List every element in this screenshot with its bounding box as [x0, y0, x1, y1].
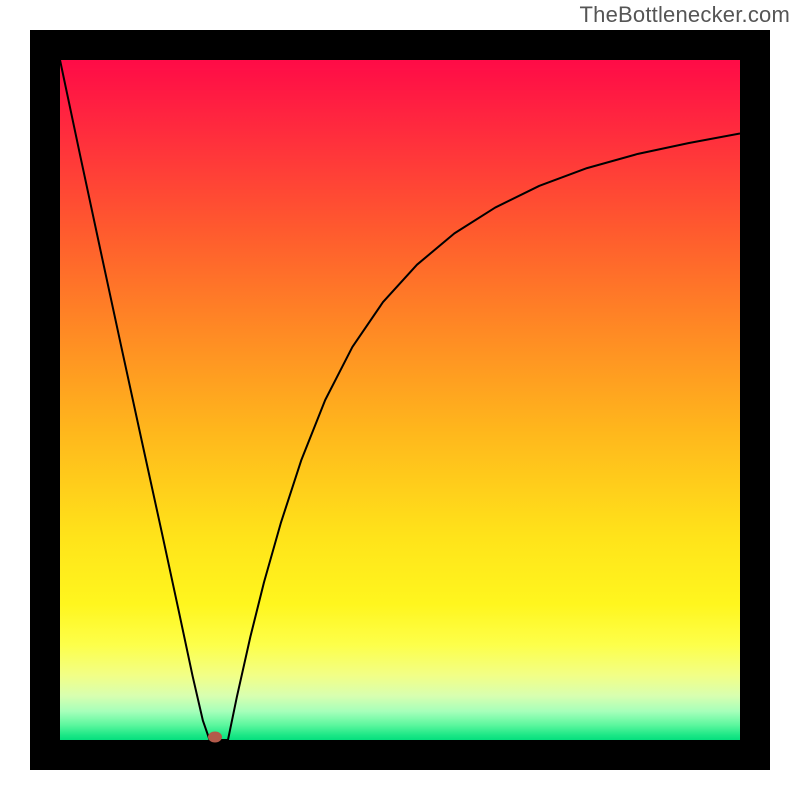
watermark-label: TheBottlenecker.com	[580, 2, 790, 28]
stage: TheBottlenecker.com	[0, 0, 800, 800]
chart-background	[60, 60, 740, 740]
optimum-marker	[208, 731, 222, 742]
chart-svg	[60, 60, 740, 740]
chart-plot	[60, 60, 740, 740]
